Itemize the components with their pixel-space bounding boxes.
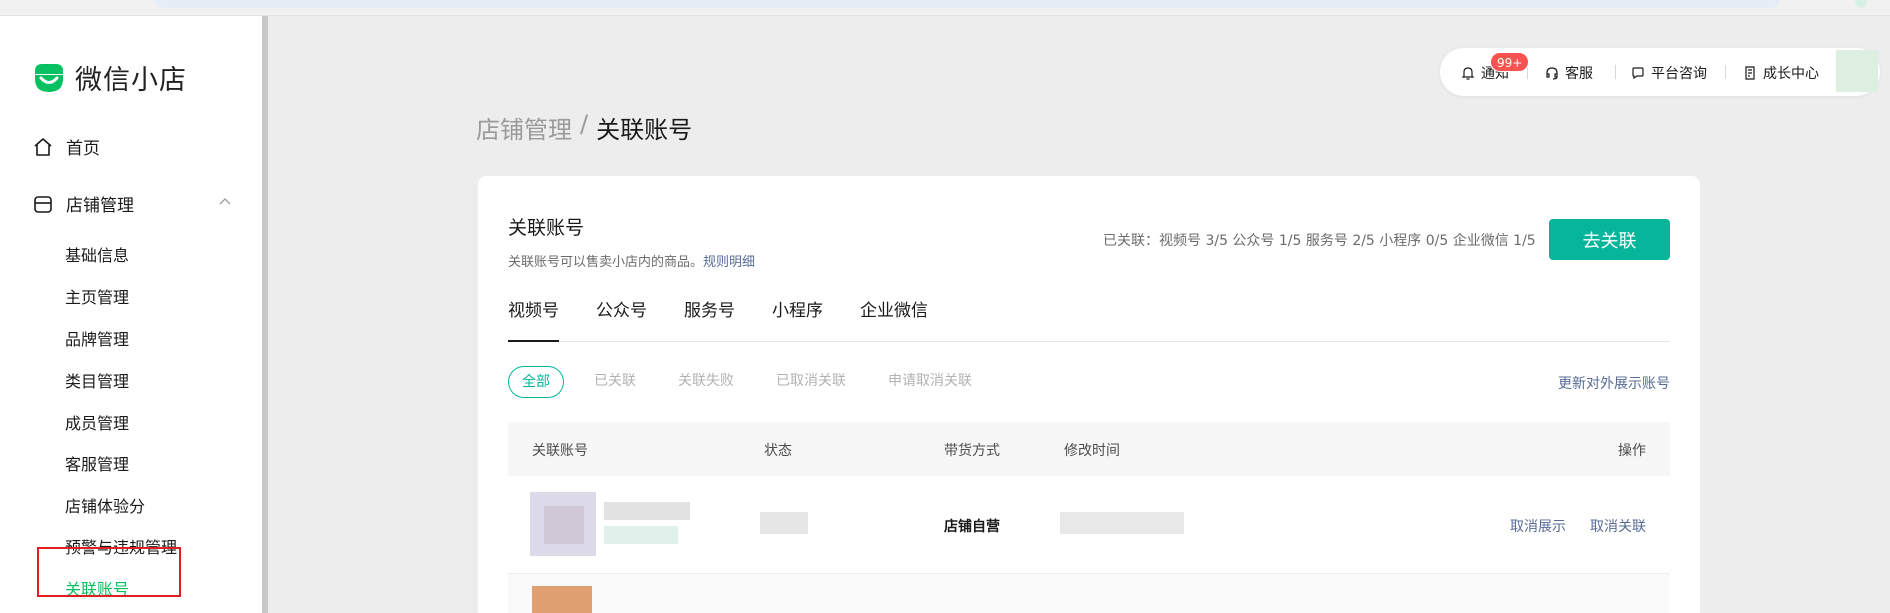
card-description: 关联账号可以售卖小店内的商品。规则明细 <box>508 251 755 270</box>
cancel-link-link[interactable]: 取消关联 <box>1590 516 1646 536</box>
header-account: 关联账号 <box>532 443 588 459</box>
address-bar[interactable] <box>155 0 1780 8</box>
growth-label: 成长中心 <box>1763 66 1819 82</box>
growth-center-button[interactable]: 成长中心 <box>1742 63 1819 83</box>
avatar[interactable] <box>1836 50 1878 92</box>
notification-badge: 99+ <box>1490 52 1530 72</box>
store-icon <box>34 195 52 213</box>
tab-wecom[interactable]: 企业微信 <box>860 296 928 342</box>
divider <box>1725 65 1726 79</box>
breadcrumb-current: 关联账号 <box>596 116 693 144</box>
breadcrumb-parent[interactable]: 店铺管理 <box>476 110 572 145</box>
service-label: 客服 <box>1565 66 1593 82</box>
chevron-up-icon[interactable] <box>218 195 232 209</box>
sidebar-item-members[interactable]: 成员管理 <box>65 410 129 434</box>
filter-cancelled[interactable]: 已取消关联 <box>776 366 846 398</box>
card-title: 关联账号 <box>508 217 585 239</box>
time-blurred <box>1060 512 1184 534</box>
table-header: 关联账号 状态 带货方式 修改时间 操作 <box>508 422 1670 476</box>
brand-logo[interactable]: 微信小店 <box>32 58 187 97</box>
header-mode: 带货方式 <box>944 443 1000 459</box>
header-ops: 操作 <box>1618 443 1646 459</box>
table-row: 店铺自营 取消展示 取消关联 <box>508 476 1670 574</box>
sidebar-item-experience-score[interactable]: 店铺体验分 <box>65 493 145 517</box>
headset-icon <box>1546 67 1558 80</box>
sidebar-item-homepage[interactable]: 主页管理 <box>65 284 129 308</box>
home-icon <box>34 137 52 156</box>
breadcrumb: 店铺管理 / 关联账号 <box>476 110 692 145</box>
accounts-table: 关联账号 状态 带货方式 修改时间 操作 店铺自营 取消展示 取消关联 <box>508 422 1670 613</box>
go-link-button[interactable]: 去关联 <box>1549 219 1670 260</box>
highlight-box <box>37 547 181 597</box>
filter-all[interactable]: 全部 <box>508 366 564 398</box>
sidebar-item-home[interactable]: 首页 <box>32 134 100 159</box>
sidebar-item-store-management[interactable]: 店铺管理 <box>32 191 232 216</box>
breadcrumb-separator: / <box>580 110 589 138</box>
sidebar-item-label: 店铺管理 <box>66 196 134 216</box>
account-name-blurred <box>604 502 690 520</box>
header-time: 修改时间 <box>1064 443 1120 459</box>
tab-service-account[interactable]: 服务号 <box>684 296 735 342</box>
tab-channels[interactable]: 视频号 <box>508 296 559 342</box>
cancel-display-link[interactable]: 取消展示 <box>1510 516 1566 536</box>
bell-icon <box>1461 67 1475 80</box>
filter-failed[interactable]: 关联失败 <box>678 366 734 398</box>
consult-label: 平台咨询 <box>1651 66 1707 82</box>
rule-link[interactable]: 规则明细 <box>703 255 755 270</box>
account-avatar <box>532 586 592 613</box>
update-display-account-link[interactable]: 更新对外展示账号 <box>1558 373 1670 393</box>
browser-top-strip <box>0 0 1890 16</box>
linked-stats: 已关联：视频号 3/5 公众号 1/5 服务号 2/5 小程序 0/5 企业微信… <box>1103 233 1536 249</box>
tab-mini-program[interactable]: 小程序 <box>772 296 823 342</box>
sidebar-item-brand[interactable]: 品牌管理 <box>65 326 129 350</box>
divider <box>1615 65 1616 79</box>
mode-value: 店铺自营 <box>944 519 1000 535</box>
filter-cancel-requested[interactable]: 申请取消关联 <box>888 366 972 398</box>
sidebar-item-category[interactable]: 类目管理 <box>65 368 129 392</box>
account-type-tabs: 视频号 公众号 服务号 小程序 企业微信 <box>508 296 1670 342</box>
sidebar-item-label: 首页 <box>66 139 100 159</box>
status-blurred <box>760 512 808 534</box>
table-row <box>508 574 1670 613</box>
consult-button[interactable]: 平台咨询 <box>1630 63 1707 83</box>
sidebar: 微信小店 首页 店铺管理 基础信息 主页管理 品牌管理 类目管理 成员管理 客服… <box>0 16 268 613</box>
header-status: 状态 <box>764 443 792 459</box>
chat-bubble-icon <box>1632 67 1644 80</box>
card-desc-text: 关联账号可以售卖小店内的商品。 <box>508 255 704 270</box>
account-tag-blurred <box>604 526 678 544</box>
sidebar-item-basic-info[interactable]: 基础信息 <box>65 242 129 266</box>
tab-official-account[interactable]: 公众号 <box>596 296 647 342</box>
shop-logo-icon <box>35 63 63 92</box>
document-icon <box>1745 66 1755 80</box>
service-button[interactable]: 客服 <box>1544 63 1593 83</box>
sidebar-item-customer-service[interactable]: 客服管理 <box>65 451 129 475</box>
status-filters: 全部 已关联 关联失败 已取消关联 申请取消关联 更新对外展示账号 <box>508 366 1670 398</box>
brand-name: 微信小店 <box>75 65 187 96</box>
avatar-inner <box>544 506 584 544</box>
linked-accounts-card: 关联账号 关联账号可以售卖小店内的商品。规则明细 已关联：视频号 3/5 公众号… <box>478 176 1700 613</box>
filter-linked[interactable]: 已关联 <box>594 366 636 398</box>
extension-icon[interactable] <box>1855 0 1867 8</box>
